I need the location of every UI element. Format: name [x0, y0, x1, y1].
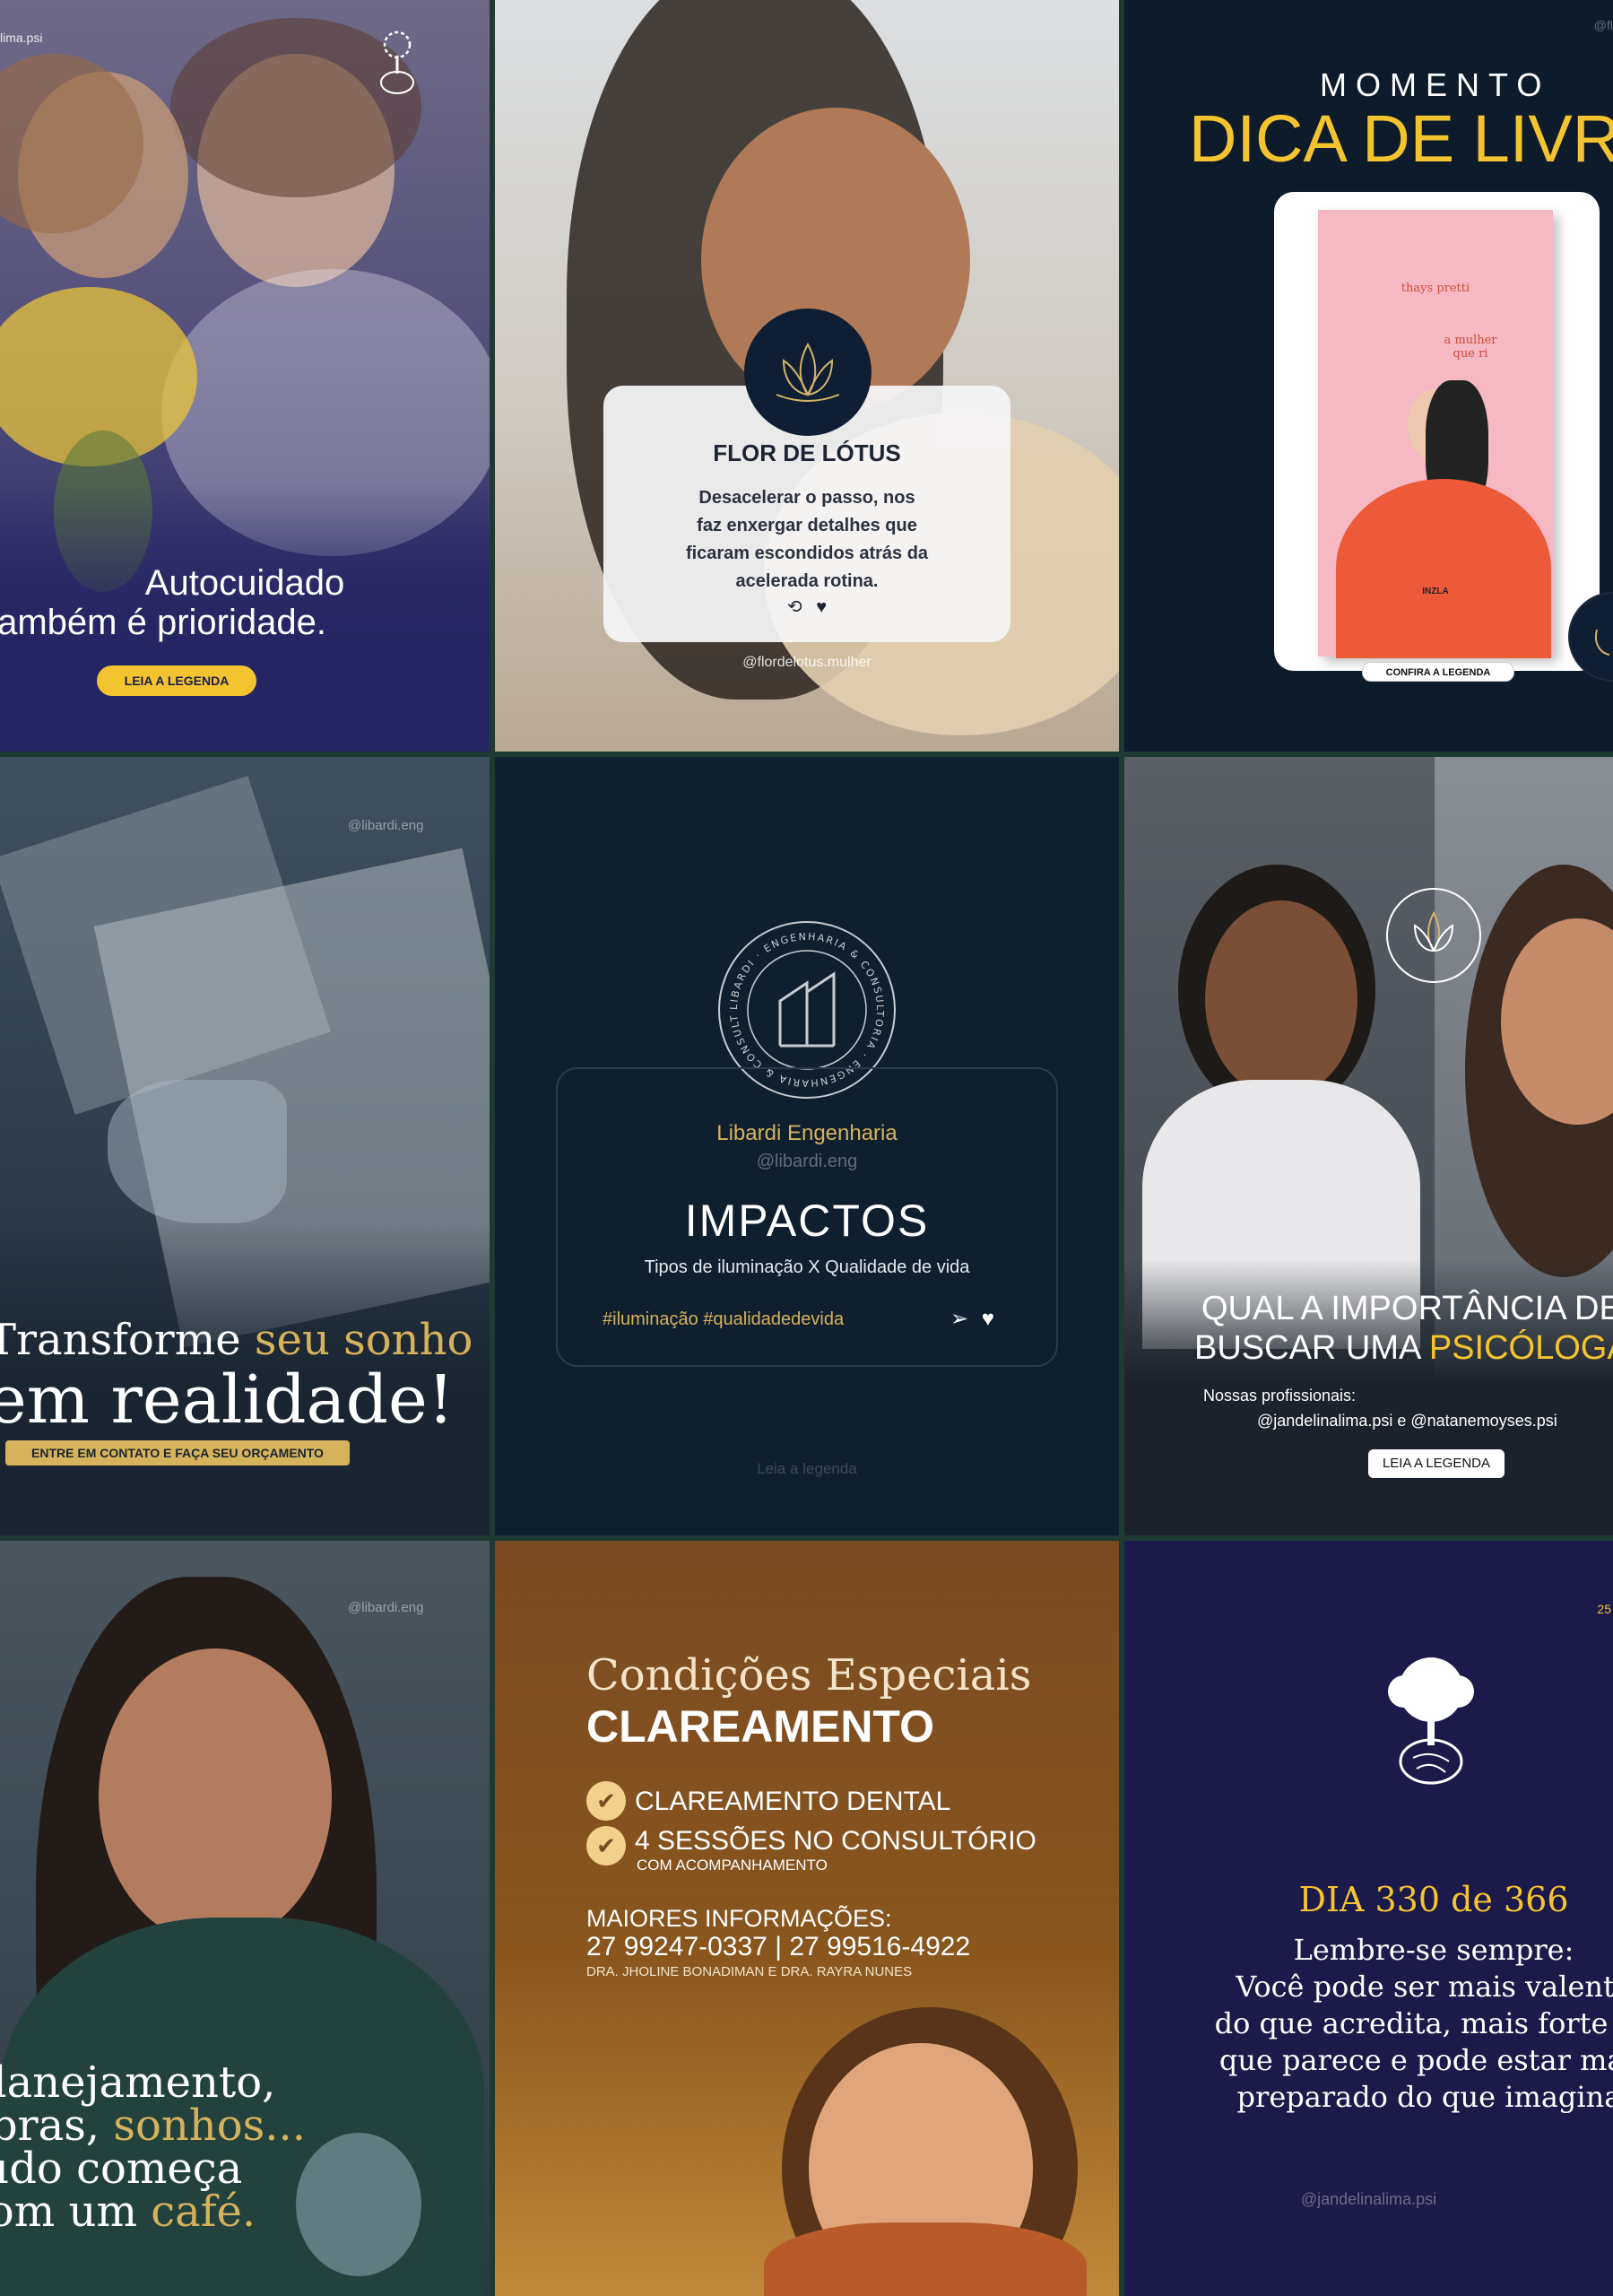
post-importancia-psicologa[interactable]: QUAL A IMPORTÂNCIA DE BUSCAR UMA PSICÓLO… — [1124, 757, 1613, 1535]
script-title: Condições Especiais — [586, 1650, 1032, 1700]
kicker: MOMENTO — [1320, 66, 1551, 103]
svg-text:LIBARDI · ENGENHARIA & CONSULT: LIBARDI · ENGENHARIA & CONSULTORIA · ENG… — [717, 920, 886, 1089]
headline-text: Transforme — [0, 1315, 255, 1365]
lotus-badge — [744, 309, 872, 436]
headline-line: tudo começa — [0, 2144, 243, 2194]
repost-icon[interactable]: ⟲ — [787, 597, 802, 617]
hand — [108, 1080, 287, 1223]
account-handle: @libardi.eng — [348, 818, 424, 833]
read-caption-button[interactable]: LEIA A LEGENDA — [97, 665, 256, 696]
post-clareamento[interactable]: Condições Especiais CLAREAMENTO ✔ CLAREA… — [495, 1541, 1119, 2296]
benefit-1: CLAREAMENTO DENTAL — [635, 1787, 951, 1816]
headline-text: com um — [0, 2187, 137, 2237]
card-quote: Desacelerar o passo, nos faz enxergar de… — [603, 484, 1010, 596]
message-line: do que acredita, mais forte do — [1214, 2006, 1613, 2040]
headline-line1: Autocuidado — [144, 563, 345, 603]
subline-2: @jandelinalima.psi e @natanemoyses.psi — [1257, 1412, 1557, 1430]
account-handle: @libardi.eng — [348, 1600, 424, 1615]
book-title-line: a mulher — [1444, 334, 1497, 347]
card-actions: ⟲ ♥ — [603, 596, 1010, 618]
lotus-icon — [1386, 888, 1481, 983]
lotus-badge — [1568, 592, 1613, 682]
company-name: Libardi Engenharia — [716, 1121, 898, 1145]
post-transforme-sonho[interactable]: @libardi.eng Transforme seu sonho em rea… — [0, 757, 490, 1535]
woman-sweater — [764, 2222, 1087, 2296]
headline-line2: também é prioridade. — [0, 603, 326, 642]
subtitle: Tipos de iluminação X Qualidade de vida — [644, 1257, 970, 1277]
read-caption-link[interactable]: Leia a legenda — [495, 1460, 1119, 1478]
day-counter: DIA 330 de 366 — [1298, 1880, 1569, 1919]
card-actions: ➢ ♥ — [950, 1306, 994, 1332]
corner-handle: @fl — [1593, 18, 1613, 32]
account-handle: @flordelotus.mulher — [742, 655, 872, 670]
account-handle: lima.psi — [0, 30, 43, 45]
post-planejamento-cafe[interactable]: @libardi.eng Planejamento, obras, sonhos… — [0, 1541, 490, 2296]
post-impactos[interactable]: LIBARDI · ENGENHARIA & CONSULTORIA · ENG… — [495, 757, 1119, 1535]
headline-line2: em realidade! — [0, 1361, 455, 1439]
read-caption-button[interactable]: LEIA A LEGENDA — [1368, 1449, 1505, 1478]
headline-line1: QUAL A IMPORTÂNCIA DE — [1201, 1290, 1613, 1327]
hashtags: #iluminação #qualidadedevida — [603, 1309, 845, 1329]
account-handle: @libardi.eng — [756, 1152, 858, 1171]
card-title: FLOR DE LÓTUS — [713, 439, 901, 466]
benefit-2: 4 SESSÕES NO CONSULTÓRIO — [635, 1826, 1036, 1856]
heart-icon[interactable]: ♥ — [982, 1307, 994, 1331]
quote-line: ficaram escondidos atrás da — [685, 544, 929, 563]
post-autocuidado[interactable]: lima.psi Autocuidado também é prioridade… — [0, 0, 490, 752]
glass-cup — [296, 2133, 421, 2276]
post-dica-de-livro[interactable]: @fl MOMENTO DICA DE LIVRO thays pretti a… — [1124, 0, 1613, 752]
book-cover: thays pretti a mulher que ri INZLA — [1318, 210, 1553, 658]
post-grid: lima.psi Autocuidado também é prioridade… — [0, 0, 1613, 2296]
headline-line: com um café. — [0, 2190, 306, 2233]
headline-line: Planejamento, — [0, 2057, 276, 2108]
book-author: thays pretti — [1401, 282, 1470, 295]
doctors: DRA. JHOLINE BONADIMAN E DRA. RAYRA NUNE… — [586, 1964, 913, 1979]
book-title-line: que ri — [1453, 347, 1488, 361]
title: IMPACTOS — [684, 1196, 930, 1246]
message: Lembre-se sempre: Você pode ser mais val… — [1124, 1932, 1613, 2116]
post-dia-330[interactable]: 25 DIA 330 de 366 Lembre-se sempre: Você… — [1124, 1541, 1613, 2296]
book-title: a mulher que ri — [1426, 334, 1515, 361]
account-handle: @jandelinalima.psi — [1300, 2190, 1437, 2208]
title: CLAREAMENTO — [586, 1701, 934, 1752]
message-line: Lembre-se sempre: — [1293, 1933, 1574, 1967]
headline: DICA DE LIVRO — [1189, 101, 1613, 176]
headline-line2: BUSCAR UMA PSICÓLOGA? — [1194, 1329, 1613, 1368]
message-line: que parece e pode estar mais — [1218, 2043, 1613, 2077]
tree-brain-icon — [1388, 1657, 1474, 1785]
headline: Planejamento, obras, sonhos... tudo come… — [0, 2061, 306, 2233]
left-woman-face — [1205, 900, 1357, 1098]
send-icon[interactable]: ➢ — [950, 1307, 968, 1331]
headline-highlight: PSICÓLOGA? — [1428, 1329, 1613, 1367]
lotus-icon — [776, 342, 840, 402]
quote-line: acelerada rotina. — [735, 571, 879, 591]
quote-line: Desacelerar o passo, nos — [698, 488, 915, 508]
lotus-icon — [1595, 629, 1610, 656]
cover-dress — [1336, 479, 1551, 658]
post-flor-de-lotus[interactable]: FLOR DE LÓTUS Desacelerar o passo, nos f… — [495, 0, 1119, 752]
headline-text: BUSCAR UMA — [1194, 1329, 1429, 1367]
check-icon: ✔ — [586, 1826, 626, 1866]
headline-line1: Transforme seu sonho — [0, 1315, 473, 1365]
headline-highlight: seu sonho — [254, 1315, 473, 1365]
check-icon: ✔ — [586, 1781, 626, 1821]
benefit-2-sub: COM ACOMPANHAMENTO — [637, 1857, 828, 1874]
headline-highlight: café. — [151, 2187, 256, 2237]
quote-line: faz enxergar detalhes que — [697, 516, 917, 535]
info-title: MAIORES INFORMAÇÕES: — [586, 1905, 892, 1932]
seal-ring-text: LIBARDI · ENGENHARIA & CONSULTORIA · ENG… — [717, 920, 884, 1089]
contact-button[interactable]: ENTRE EM CONTATO E FAÇA SEU ORÇAMENTO — [5, 1440, 350, 1465]
headline-line: obras, sonhos... — [0, 2104, 306, 2147]
message-line: preparado do que imagina. — [1236, 2080, 1613, 2114]
subline-1: Nossas profissionais: — [1202, 1387, 1357, 1405]
read-caption-button[interactable]: CONFIRA A LEGENDA — [1362, 662, 1514, 682]
corner-number: 25 — [1597, 1602, 1611, 1616]
woman-face — [99, 1648, 332, 1944]
message-line: Você pode ser mais valente — [1236, 1970, 1613, 2004]
book-publisher: INZLA — [1422, 587, 1449, 596]
tree-brain-icon — [380, 30, 414, 94]
phone-numbers[interactable]: 27 99247-0337 | 27 99516-4922 — [586, 1932, 970, 1962]
heart-icon[interactable]: ♥ — [816, 597, 827, 617]
